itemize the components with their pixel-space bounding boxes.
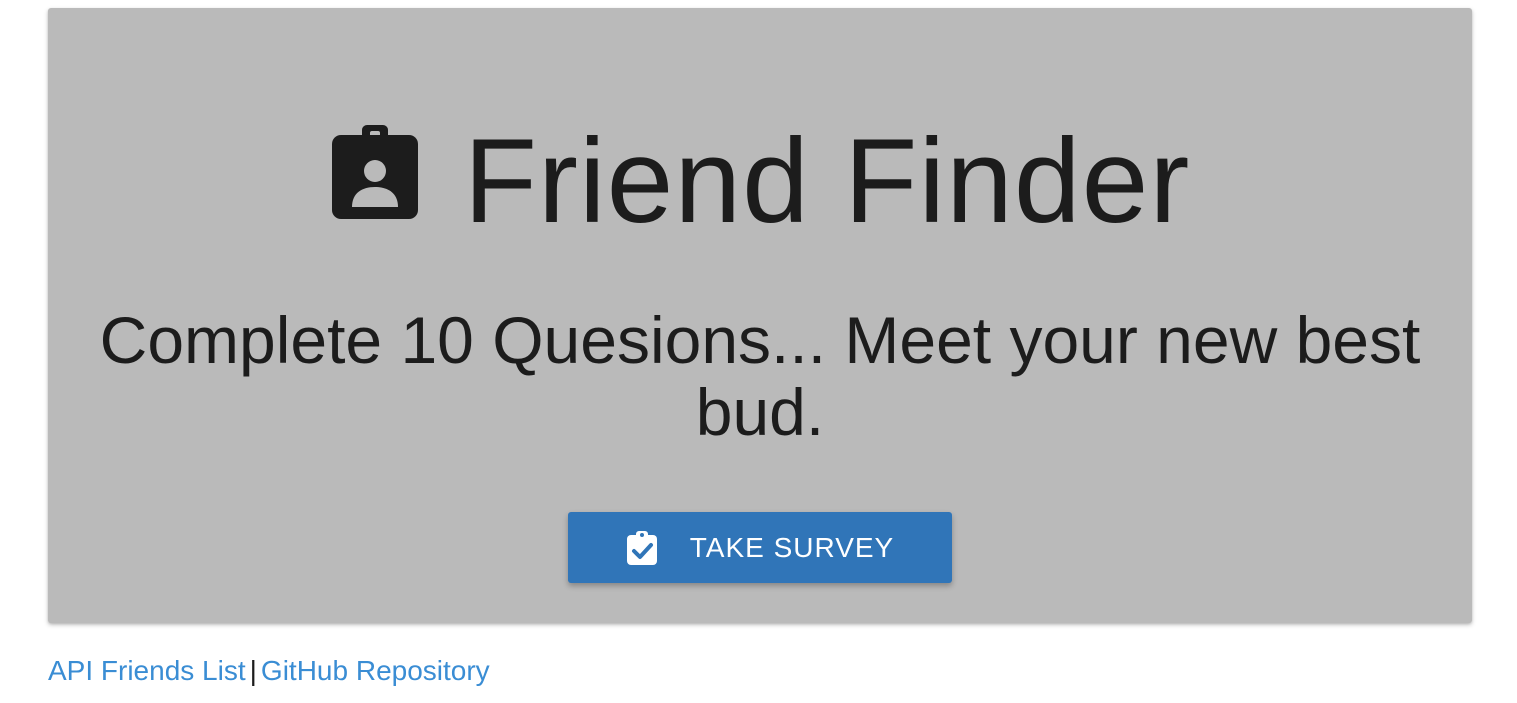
footer-links: API Friends List | GitHub Repository xyxy=(48,655,490,687)
take-survey-button[interactable]: TAKE SURVEY xyxy=(568,512,952,583)
title-row: Friend Finder xyxy=(48,116,1472,246)
badge-person-icon xyxy=(330,121,420,221)
page-subtitle: Complete 10 Quesions... Meet your new be… xyxy=(99,303,1421,449)
clipboard-check-icon xyxy=(626,530,658,566)
hero-panel: Friend Finder Complete 10 Quesions... Me… xyxy=(48,8,1472,623)
api-friends-list-link[interactable]: API Friends List xyxy=(48,655,246,686)
take-survey-label: TAKE SURVEY xyxy=(689,531,895,563)
link-separator: | xyxy=(249,655,257,686)
page: Friend Finder Complete 10 Quesions... Me… xyxy=(0,0,1517,703)
page-title: Friend Finder xyxy=(463,114,1191,248)
github-repository-link[interactable]: GitHub Repository xyxy=(261,655,490,686)
